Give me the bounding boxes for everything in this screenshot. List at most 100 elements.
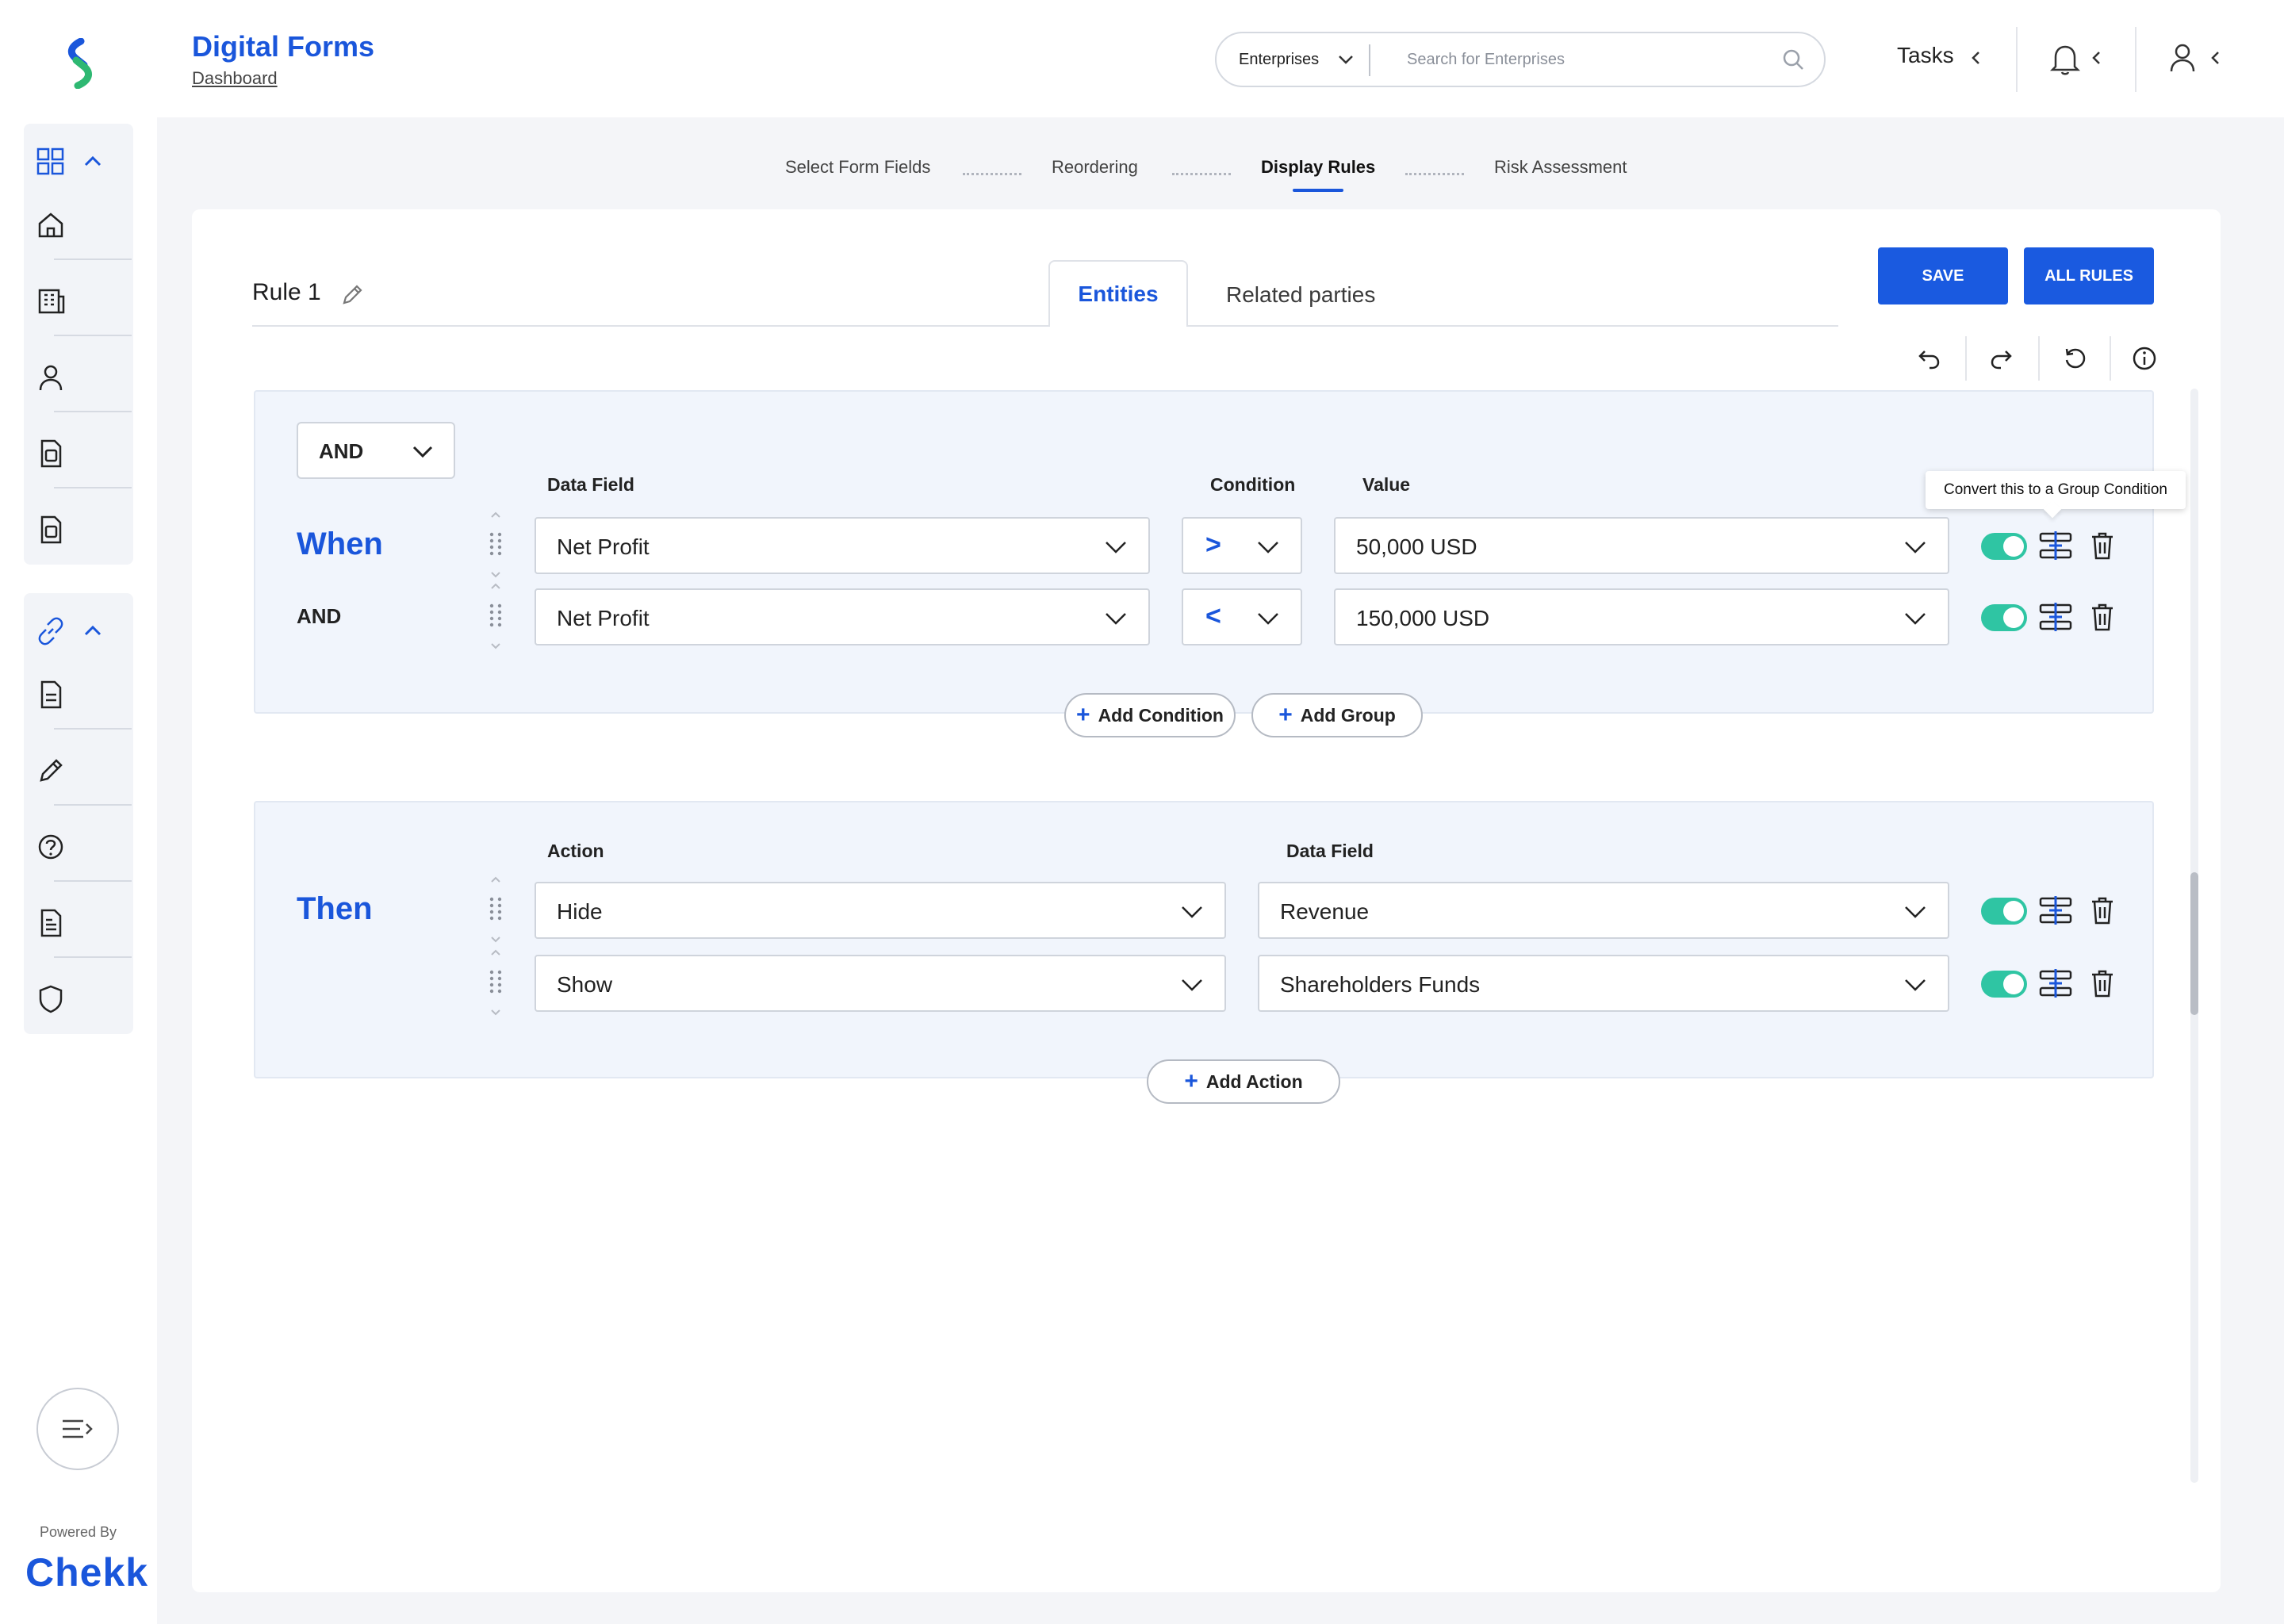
- value-select[interactable]: 50,000 USD: [1334, 517, 1949, 574]
- action-select[interactable]: Hide: [535, 882, 1226, 939]
- data-field-select[interactable]: Net Profit: [535, 588, 1150, 645]
- sidebar-item-individuals[interactable]: [24, 339, 133, 416]
- tasks-menu[interactable]: Tasks: [1897, 43, 1954, 68]
- tasks-label: Tasks: [1897, 43, 1954, 67]
- step-connector: [1405, 173, 1464, 175]
- sidebar-divider: [54, 956, 132, 958]
- chevron-left-icon[interactable]: [2208, 46, 2224, 74]
- chevron-down-icon: [1905, 979, 1926, 991]
- action-enabled-toggle[interactable]: [1981, 971, 2027, 998]
- sidebar-item-file[interactable]: [24, 657, 133, 733]
- all-rules-button[interactable]: ALL RULES: [2024, 247, 2154, 304]
- column-header-condition: Condition: [1210, 474, 1296, 495]
- step-select-form-fields[interactable]: Select Form Fields: [785, 157, 930, 178]
- value-select[interactable]: 150,000 USD: [1334, 588, 1949, 645]
- target-field-select[interactable]: Shareholders Funds: [1258, 955, 1949, 1012]
- save-button[interactable]: SAVE: [1878, 247, 2008, 304]
- group-operator-select[interactable]: AND: [297, 422, 455, 479]
- drag-handle-icon[interactable]: [484, 945, 508, 1021]
- sidebar-item-report[interactable]: [24, 885, 133, 961]
- sidebar-item-home[interactable]: [24, 187, 133, 263]
- chevron-left-icon[interactable]: [2089, 46, 2105, 74]
- home-icon: [38, 213, 63, 238]
- drag-handle-icon[interactable]: [484, 508, 508, 584]
- chevron-down-icon[interactable]: [1337, 48, 1355, 75]
- target-field-value: Shareholders Funds: [1280, 972, 1481, 997]
- step-risk-assessment[interactable]: Risk Assessment: [1494, 157, 1627, 178]
- chevron-up-icon: [84, 155, 102, 167]
- plus-icon: +: [1278, 702, 1293, 728]
- step-display-rules[interactable]: Display Rules: [1261, 157, 1375, 178]
- sidebar-item-edit[interactable]: [24, 733, 133, 809]
- delete-icon[interactable]: [2089, 894, 2116, 930]
- bell-icon[interactable]: [2049, 41, 2081, 80]
- document-icon: [40, 439, 62, 468]
- chekk-logo: Chekk: [25, 1550, 149, 1595]
- add-group-button[interactable]: + Add Group: [1251, 693, 1423, 737]
- undo-icon[interactable]: [1910, 339, 1948, 377]
- search-icon[interactable]: [1781, 48, 1805, 75]
- convert-to-group-icon[interactable]: [2038, 601, 2073, 637]
- shield-icon: [39, 985, 63, 1013]
- sidebar-divider: [54, 880, 132, 882]
- delete-icon[interactable]: [2089, 967, 2116, 1003]
- then-label: Then: [297, 891, 373, 926]
- target-field-select[interactable]: Revenue: [1258, 882, 1949, 939]
- redo-icon[interactable]: [1983, 339, 2021, 377]
- column-header-data-field: Data Field: [547, 474, 634, 495]
- tab-entities[interactable]: Entities: [1048, 260, 1188, 327]
- action-select[interactable]: Show: [535, 955, 1226, 1012]
- sidebar-item-help[interactable]: [24, 809, 133, 885]
- info-icon[interactable]: [2125, 339, 2163, 377]
- convert-to-group-icon[interactable]: [2038, 530, 2073, 565]
- data-field-select[interactable]: Net Profit: [535, 517, 1150, 574]
- drag-handle-icon[interactable]: [484, 579, 508, 655]
- chevron-left-icon[interactable]: [1968, 46, 1984, 74]
- condition-enabled-toggle[interactable]: [1981, 604, 2027, 631]
- search-scope-select[interactable]: Enterprises: [1239, 51, 1319, 69]
- add-action-button[interactable]: + Add Action: [1147, 1059, 1340, 1104]
- sidebar-divider: [54, 487, 132, 488]
- app-title: Digital Forms: [192, 30, 375, 63]
- sidebar-group-links: [24, 593, 133, 1034]
- convert-to-group-icon[interactable]: [2038, 894, 2073, 930]
- user-icon: [39, 365, 63, 391]
- add-condition-label: Add Condition: [1098, 704, 1224, 726]
- sidebar-divider: [54, 728, 132, 730]
- condition-operator-select[interactable]: <: [1182, 588, 1302, 645]
- breadcrumb-dashboard[interactable]: Dashboard: [192, 68, 278, 89]
- delete-icon[interactable]: [2089, 601, 2116, 637]
- convert-to-group-icon[interactable]: [2038, 967, 2073, 1003]
- drag-handle-icon[interactable]: [484, 872, 508, 948]
- sidebar-item-enterprises[interactable]: [24, 263, 133, 339]
- step-reordering[interactable]: Reordering: [1052, 157, 1138, 178]
- add-condition-button[interactable]: + Add Condition: [1064, 693, 1236, 737]
- sidebar-collapse-button[interactable]: [36, 1388, 119, 1470]
- delete-icon[interactable]: [2089, 530, 2116, 565]
- condition-enabled-toggle[interactable]: [1981, 533, 2027, 560]
- condition-value: 150,000 USD: [1356, 606, 1490, 630]
- tab-baseline: [252, 325, 1838, 327]
- menu-collapse-icon: [63, 1419, 93, 1438]
- link-icon: [38, 617, 63, 645]
- bank-logo-icon[interactable]: [57, 37, 102, 90]
- scrollbar-thumb[interactable]: [2190, 872, 2198, 1015]
- add-action-label: Add Action: [1205, 1071, 1303, 1092]
- tab-entities-label: Entities: [1078, 282, 1159, 306]
- plus-icon: +: [1184, 1068, 1198, 1094]
- user-icon[interactable]: [2168, 41, 2197, 79]
- reset-icon[interactable]: [2056, 339, 2094, 377]
- add-group-label: Add Group: [1300, 704, 1396, 726]
- edit-pencil-icon[interactable]: [339, 281, 366, 312]
- search-input[interactable]: Search for Enterprises: [1407, 51, 1565, 69]
- sidebar-divider: [54, 411, 132, 412]
- condition-operator-value: <: [1205, 601, 1221, 631]
- sidebar-item-security[interactable]: [24, 961, 133, 1037]
- sidebar-item-documents[interactable]: [24, 416, 133, 492]
- action-enabled-toggle[interactable]: [1981, 898, 2027, 925]
- sidebar-divider: [54, 804, 132, 806]
- header-divider: [2016, 27, 2018, 92]
- sidebar-item-forms[interactable]: [24, 492, 133, 568]
- condition-operator-select[interactable]: >: [1182, 517, 1302, 574]
- tab-related-parties[interactable]: Related parties: [1226, 282, 1375, 308]
